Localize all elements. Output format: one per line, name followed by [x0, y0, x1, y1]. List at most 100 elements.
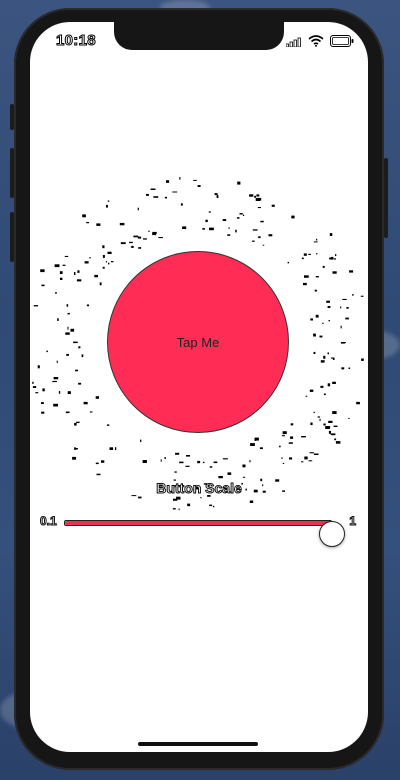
- ring-speck: [322, 265, 325, 268]
- ring-speck: [32, 386, 37, 388]
- ring-speck: [89, 411, 93, 413]
- ring-speck: [72, 456, 77, 460]
- ring-speck: [333, 425, 338, 427]
- ring-speck: [58, 391, 61, 394]
- ring-speck: [319, 418, 321, 421]
- ring-speck: [152, 233, 157, 236]
- slider-track[interactable]: [64, 520, 345, 547]
- ring-speck: [291, 215, 295, 219]
- ring-speck: [53, 403, 58, 407]
- ring-speck: [303, 282, 307, 286]
- ring-speck: [249, 460, 251, 463]
- ring-speck: [41, 402, 44, 404]
- mute-switch: [10, 104, 14, 130]
- ring-speck: [236, 217, 240, 219]
- ring-speck: [268, 234, 273, 237]
- tap-me-button[interactable]: Tap Me: [107, 251, 289, 433]
- ring-speck: [86, 304, 90, 307]
- ring-speck: [95, 396, 99, 399]
- ring-speck: [187, 503, 191, 507]
- ring-speck: [235, 229, 237, 233]
- ring-speck: [75, 448, 78, 450]
- ring-speck: [255, 198, 261, 201]
- ring-speck: [327, 383, 331, 387]
- ring-speck: [327, 306, 331, 308]
- ring-speck: [107, 251, 112, 254]
- ring-speck: [76, 421, 80, 423]
- ring-speck: [346, 307, 349, 309]
- ring-speck: [218, 476, 223, 479]
- ring-speck: [342, 298, 347, 300]
- ring-speck: [164, 196, 167, 199]
- ring-speck: [282, 462, 285, 464]
- ring-speck: [197, 185, 201, 187]
- ring-speck: [146, 193, 149, 196]
- ring-speck: [348, 367, 351, 369]
- ring-speck: [290, 424, 293, 426]
- ring-speck: [316, 238, 318, 241]
- ring-speck: [133, 235, 139, 238]
- ring-speck: [74, 272, 76, 275]
- ring-speck: [254, 437, 259, 441]
- ring-speck: [262, 244, 265, 246]
- ring-speck: [328, 320, 330, 322]
- ring-speck: [310, 318, 313, 321]
- ring-speck: [186, 455, 191, 457]
- ring-speck: [209, 227, 214, 231]
- ring-speck: [334, 258, 336, 260]
- ring-speck: [323, 423, 326, 426]
- ring-speck: [303, 253, 307, 256]
- ring-speck: [208, 211, 211, 213]
- slider-fill: [65, 521, 331, 525]
- ring-speck: [62, 264, 66, 266]
- ring-speck: [143, 238, 147, 240]
- ring-speck: [160, 459, 162, 462]
- ring-speck: [242, 214, 245, 216]
- ring-speck: [340, 306, 342, 309]
- ring-speck: [301, 257, 304, 260]
- ring-speck: [326, 300, 330, 303]
- ring-speck: [66, 353, 69, 356]
- ring-speck: [99, 282, 102, 286]
- ring-speck: [250, 443, 255, 446]
- ring-speck: [102, 245, 105, 249]
- ring-speck: [332, 271, 337, 274]
- ring-speck: [40, 269, 45, 273]
- ring-speck: [328, 430, 331, 434]
- ring-speck: [35, 392, 39, 394]
- ring-speck: [213, 461, 218, 464]
- ring-speck: [316, 253, 318, 255]
- slider-thumb[interactable]: [319, 521, 345, 547]
- ring-speck: [102, 266, 105, 269]
- ring-speck: [137, 207, 139, 211]
- ring-speck: [304, 275, 309, 278]
- ring-speck: [166, 180, 170, 183]
- ring-speck: [222, 458, 228, 460]
- ring-speck: [323, 393, 326, 396]
- ring-speck: [260, 220, 264, 223]
- home-indicator: [138, 742, 258, 746]
- ring-speck: [323, 355, 326, 359]
- ring-speck: [102, 255, 105, 258]
- volume-down-button: [10, 212, 14, 262]
- ring-speck: [279, 445, 281, 448]
- ring-speck: [153, 196, 159, 198]
- ring-speck: [209, 504, 213, 507]
- ring-speck: [41, 284, 45, 287]
- ring-speck: [332, 381, 336, 384]
- ring-speck: [106, 424, 110, 426]
- ring-speck: [96, 223, 101, 226]
- ring-speck: [345, 317, 349, 320]
- ring-speck: [335, 441, 341, 444]
- ring-speck: [94, 274, 98, 278]
- ring-speck: [237, 181, 241, 185]
- ring-speck: [349, 270, 354, 273]
- ring-speck: [109, 447, 114, 450]
- ring-speck: [328, 420, 333, 423]
- ring-speck: [179, 461, 184, 464]
- ring-speck: [89, 257, 91, 259]
- ring-speck: [65, 332, 70, 335]
- ring-speck: [67, 312, 70, 315]
- ring-speck: [228, 227, 230, 229]
- slider-caption: Button Scale: [156, 480, 243, 497]
